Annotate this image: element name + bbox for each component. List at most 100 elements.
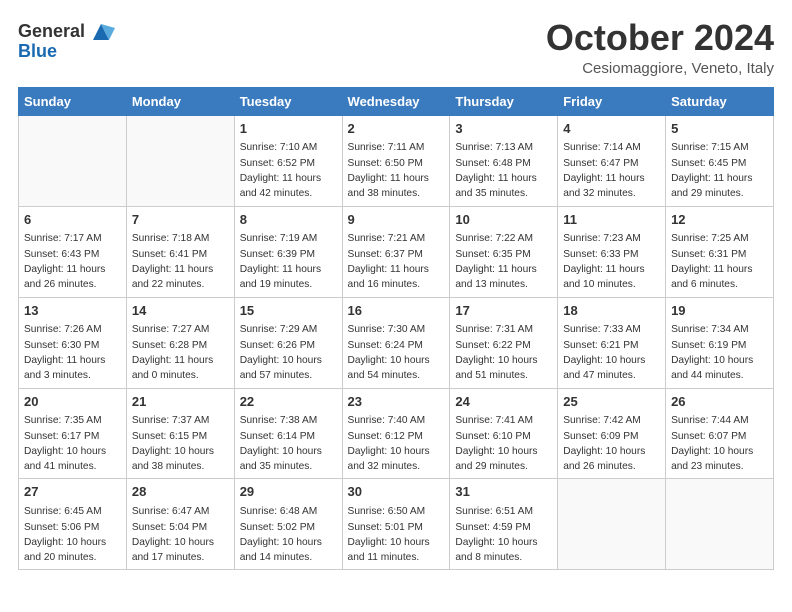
calendar-cell: 19Sunrise: 7:34 AMSunset: 6:19 PMDayligh… bbox=[666, 297, 774, 388]
day-info: Sunrise: 7:30 AMSunset: 6:24 PMDaylight:… bbox=[348, 324, 430, 381]
day-number: 2 bbox=[348, 120, 445, 139]
weekday-header: Thursday bbox=[450, 87, 558, 115]
weekday-header: Wednesday bbox=[342, 87, 450, 115]
calendar-week-row: 1 Sunrise: 7:10 AMSunset: 6:52 PMDaylight… bbox=[19, 115, 774, 206]
calendar-cell: 21Sunrise: 7:37 AMSunset: 6:15 PMDayligh… bbox=[126, 388, 234, 479]
calendar-cell: 18 Sunrise: 7:33 AMSunset: 6:21 PMDayligh… bbox=[558, 297, 666, 388]
location: Cesiomaggiore, Veneto, Italy bbox=[546, 60, 774, 77]
day-info: Sunrise: 7:11 AMSunset: 6:50 PMDaylight:… bbox=[348, 142, 429, 199]
day-info: Sunrise: 7:44 AMSunset: 6:07 PMDaylight:… bbox=[671, 415, 753, 472]
calendar-cell: 26Sunrise: 7:44 AMSunset: 6:07 PMDayligh… bbox=[666, 388, 774, 479]
day-number: 4 bbox=[563, 120, 660, 139]
calendar-cell: 14 Sunrise: 7:27 AMSunset: 6:28 PMDayligh… bbox=[126, 297, 234, 388]
calendar-cell: 23 Sunrise: 7:40 AMSunset: 6:12 PMDayligh… bbox=[342, 388, 450, 479]
day-info: Sunrise: 7:27 AMSunset: 6:28 PMDaylight:… bbox=[132, 324, 213, 381]
day-number: 20 bbox=[24, 393, 121, 412]
day-number: 27 bbox=[24, 483, 121, 502]
calendar-cell: 13Sunrise: 7:26 AMSunset: 6:30 PMDayligh… bbox=[19, 297, 127, 388]
day-number: 8 bbox=[240, 211, 337, 230]
day-info: Sunrise: 7:21 AMSunset: 6:37 PMDaylight:… bbox=[348, 233, 429, 290]
day-number: 18 bbox=[563, 302, 660, 321]
logo: General Blue bbox=[18, 18, 115, 62]
calendar-cell: 29Sunrise: 6:48 AMSunset: 5:02 PMDayligh… bbox=[234, 479, 342, 570]
calendar-cell: 5Sunrise: 7:15 AMSunset: 6:45 PMDaylight… bbox=[666, 115, 774, 206]
day-number: 24 bbox=[455, 393, 552, 412]
weekday-header: Saturday bbox=[666, 87, 774, 115]
calendar-week-row: 13Sunrise: 7:26 AMSunset: 6:30 PMDayligh… bbox=[19, 297, 774, 388]
calendar-cell: 27Sunrise: 6:45 AMSunset: 5:06 PMDayligh… bbox=[19, 479, 127, 570]
day-info: Sunrise: 7:13 AMSunset: 6:48 PMDaylight:… bbox=[455, 142, 536, 199]
title-block: October 2024 Cesiomaggiore, Veneto, Ital… bbox=[546, 18, 774, 77]
calendar-cell: 1 Sunrise: 7:10 AMSunset: 6:52 PMDaylight… bbox=[234, 115, 342, 206]
calendar-cell: 12 Sunrise: 7:25 AMSunset: 6:31 PMDayligh… bbox=[666, 206, 774, 297]
calendar-cell: 20 Sunrise: 7:35 AMSunset: 6:17 PMDayligh… bbox=[19, 388, 127, 479]
calendar-cell: 31 Sunrise: 6:51 AMSunset: 4:59 PMDayligh… bbox=[450, 479, 558, 570]
logo-general-text: General bbox=[18, 22, 85, 42]
day-number: 17 bbox=[455, 302, 552, 321]
calendar-cell: 24 Sunrise: 7:41 AMSunset: 6:10 PMDayligh… bbox=[450, 388, 558, 479]
calendar-cell: 11Sunrise: 7:23 AMSunset: 6:33 PMDayligh… bbox=[558, 206, 666, 297]
calendar-cell bbox=[126, 115, 234, 206]
day-number: 21 bbox=[132, 393, 229, 412]
day-number: 29 bbox=[240, 483, 337, 502]
header: General Blue October 2024 Cesiomaggiore,… bbox=[18, 18, 774, 77]
day-info: Sunrise: 7:31 AMSunset: 6:22 PMDaylight:… bbox=[455, 324, 537, 381]
weekday-header: Sunday bbox=[19, 87, 127, 115]
day-number: 16 bbox=[348, 302, 445, 321]
day-number: 23 bbox=[348, 393, 445, 412]
calendar-table: SundayMondayTuesdayWednesdayThursdayFrid… bbox=[18, 87, 774, 571]
day-info: Sunrise: 7:40 AMSunset: 6:12 PMDaylight:… bbox=[348, 415, 430, 472]
day-info: Sunrise: 7:41 AMSunset: 6:10 PMDaylight:… bbox=[455, 415, 537, 472]
month-title: October 2024 bbox=[546, 18, 774, 58]
calendar-cell: 7 Sunrise: 7:18 AMSunset: 6:41 PMDaylight… bbox=[126, 206, 234, 297]
calendar-cell: 9Sunrise: 7:21 AMSunset: 6:37 PMDaylight… bbox=[342, 206, 450, 297]
calendar-cell: 16 Sunrise: 7:30 AMSunset: 6:24 PMDayligh… bbox=[342, 297, 450, 388]
day-number: 7 bbox=[132, 211, 229, 230]
day-number: 12 bbox=[671, 211, 768, 230]
day-number: 31 bbox=[455, 483, 552, 502]
day-info: Sunrise: 7:42 AMSunset: 6:09 PMDaylight:… bbox=[563, 415, 645, 472]
calendar-cell: 8 Sunrise: 7:19 AMSunset: 6:39 PMDaylight… bbox=[234, 206, 342, 297]
day-number: 19 bbox=[671, 302, 768, 321]
day-info: Sunrise: 7:26 AMSunset: 6:30 PMDaylight:… bbox=[24, 324, 105, 381]
day-info: Sunrise: 7:19 AMSunset: 6:39 PMDaylight:… bbox=[240, 233, 321, 290]
day-number: 15 bbox=[240, 302, 337, 321]
calendar-cell bbox=[666, 479, 774, 570]
day-number: 10 bbox=[455, 211, 552, 230]
calendar-cell: 30 Sunrise: 6:50 AMSunset: 5:01 PMDayligh… bbox=[342, 479, 450, 570]
calendar-cell: 28 Sunrise: 6:47 AMSunset: 5:04 PMDayligh… bbox=[126, 479, 234, 570]
page: General Blue October 2024 Cesiomaggiore,… bbox=[0, 0, 792, 588]
day-info: Sunrise: 7:10 AMSunset: 6:52 PMDaylight:… bbox=[240, 142, 321, 199]
day-number: 3 bbox=[455, 120, 552, 139]
calendar-cell: 22Sunrise: 7:38 AMSunset: 6:14 PMDayligh… bbox=[234, 388, 342, 479]
day-info: Sunrise: 7:23 AMSunset: 6:33 PMDaylight:… bbox=[563, 233, 644, 290]
calendar-cell: 10 Sunrise: 7:22 AMSunset: 6:35 PMDayligh… bbox=[450, 206, 558, 297]
day-info: Sunrise: 7:18 AMSunset: 6:41 PMDaylight:… bbox=[132, 233, 213, 290]
calendar-cell: 4 Sunrise: 7:14 AMSunset: 6:47 PMDaylight… bbox=[558, 115, 666, 206]
day-info: Sunrise: 7:22 AMSunset: 6:35 PMDaylight:… bbox=[455, 233, 536, 290]
day-number: 1 bbox=[240, 120, 337, 139]
day-info: Sunrise: 7:25 AMSunset: 6:31 PMDaylight:… bbox=[671, 233, 752, 290]
day-number: 30 bbox=[348, 483, 445, 502]
day-number: 14 bbox=[132, 302, 229, 321]
day-info: Sunrise: 7:14 AMSunset: 6:47 PMDaylight:… bbox=[563, 142, 644, 199]
day-number: 25 bbox=[563, 393, 660, 412]
day-info: Sunrise: 7:35 AMSunset: 6:17 PMDaylight:… bbox=[24, 415, 106, 472]
day-info: Sunrise: 6:51 AMSunset: 4:59 PMDaylight:… bbox=[455, 506, 537, 563]
weekday-header: Monday bbox=[126, 87, 234, 115]
calendar-cell: 6Sunrise: 7:17 AMSunset: 6:43 PMDaylight… bbox=[19, 206, 127, 297]
calendar-cell: 3 Sunrise: 7:13 AMSunset: 6:48 PMDaylight… bbox=[450, 115, 558, 206]
logo-blue-text: Blue bbox=[18, 41, 57, 61]
calendar-cell: 15Sunrise: 7:29 AMSunset: 6:26 PMDayligh… bbox=[234, 297, 342, 388]
calendar-cell bbox=[19, 115, 127, 206]
day-info: Sunrise: 7:33 AMSunset: 6:21 PMDaylight:… bbox=[563, 324, 645, 381]
calendar-week-row: 20 Sunrise: 7:35 AMSunset: 6:17 PMDayligh… bbox=[19, 388, 774, 479]
weekday-header-row: SundayMondayTuesdayWednesdayThursdayFrid… bbox=[19, 87, 774, 115]
day-info: Sunrise: 7:38 AMSunset: 6:14 PMDaylight:… bbox=[240, 415, 322, 472]
day-number: 6 bbox=[24, 211, 121, 230]
day-info: Sunrise: 7:15 AMSunset: 6:45 PMDaylight:… bbox=[671, 142, 752, 199]
day-info: Sunrise: 6:50 AMSunset: 5:01 PMDaylight:… bbox=[348, 506, 430, 563]
logo-icon bbox=[87, 18, 115, 46]
day-number: 28 bbox=[132, 483, 229, 502]
day-info: Sunrise: 6:47 AMSunset: 5:04 PMDaylight:… bbox=[132, 506, 214, 563]
